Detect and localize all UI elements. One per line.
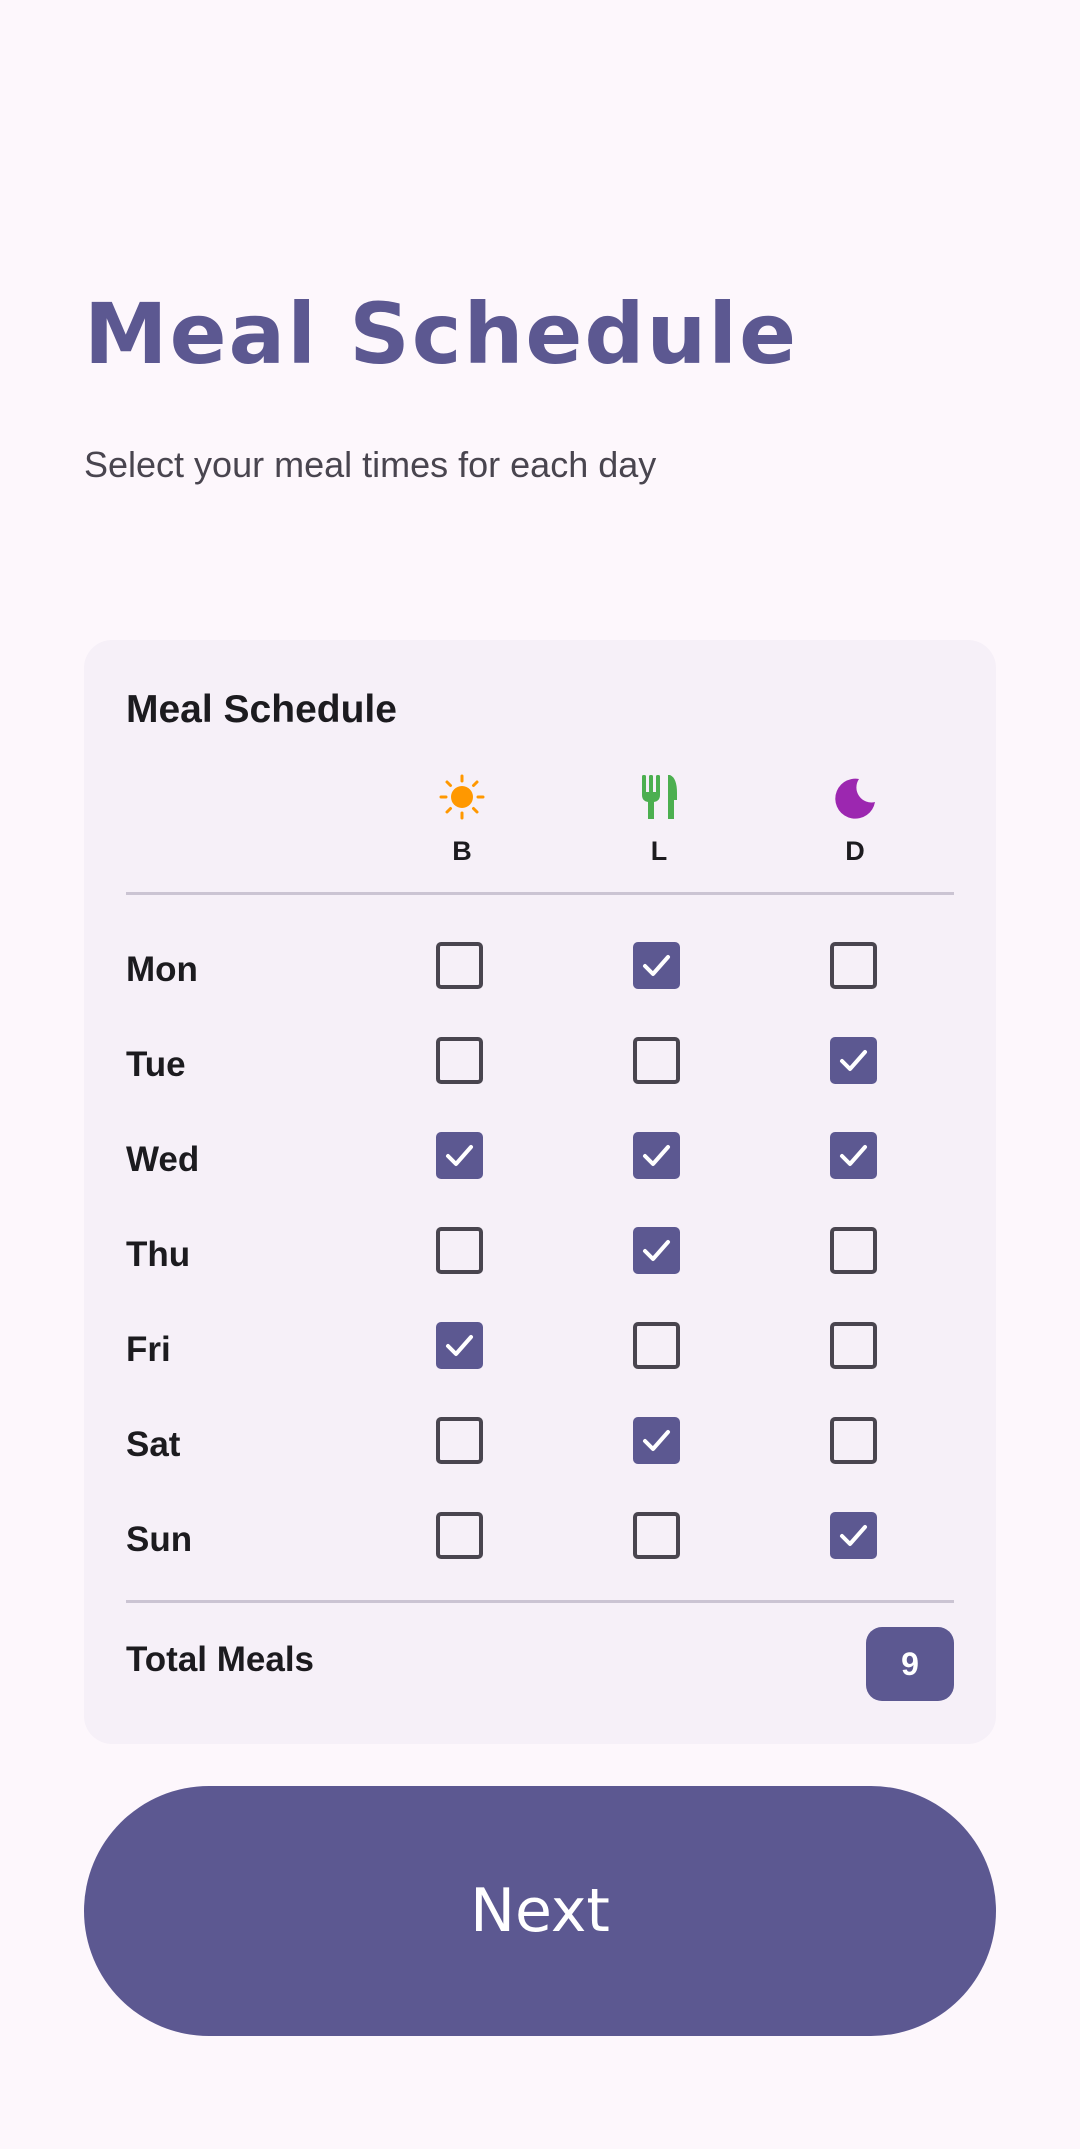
fork-knife-icon — [642, 775, 677, 819]
card-title: Meal Schedule — [126, 688, 397, 731]
checkbox-thu-dinner[interactable] — [830, 1227, 877, 1274]
next-button[interactable]: Next — [84, 1786, 996, 2036]
day-row-fri: Fri — [84, 1302, 996, 1397]
day-row-tue: Tue — [84, 1017, 996, 1112]
checkbox-sat-lunch[interactable] — [633, 1417, 680, 1464]
checkbox-sat-dinner[interactable] — [830, 1417, 877, 1464]
day-row-mon: Mon — [84, 922, 996, 1017]
checkbox-fri-dinner[interactable] — [830, 1322, 877, 1369]
day-label: Tue — [126, 1045, 186, 1084]
checkbox-mon-breakfast[interactable] — [436, 942, 483, 989]
checkbox-mon-lunch[interactable] — [633, 942, 680, 989]
day-label: Wed — [126, 1140, 200, 1179]
column-label-breakfast: B — [452, 836, 472, 866]
checkbox-sun-breakfast[interactable] — [436, 1512, 483, 1559]
meal-schedule-card: Meal Schedule B L D Mon Tue Wed Thu Fri … — [84, 640, 996, 1744]
day-label: Sun — [126, 1520, 193, 1559]
checkbox-fri-lunch[interactable] — [633, 1322, 680, 1369]
moon-icon — [835, 778, 875, 819]
checkbox-thu-breakfast[interactable] — [436, 1227, 483, 1274]
total-meals-badge: 9 — [866, 1627, 954, 1701]
day-row-sat: Sat — [84, 1397, 996, 1492]
checkbox-wed-lunch[interactable] — [633, 1132, 680, 1179]
checkbox-mon-dinner[interactable] — [830, 942, 877, 989]
column-label-lunch: L — [650, 836, 668, 866]
checkbox-wed-breakfast[interactable] — [436, 1132, 483, 1179]
checkbox-tue-dinner[interactable] — [830, 1037, 877, 1084]
scrolled-off-content — [84, 0, 996, 6]
sun-icon — [439, 774, 485, 820]
checkbox-wed-dinner[interactable] — [830, 1132, 877, 1179]
day-row-wed: Wed — [84, 1112, 996, 1207]
page-subtitle: Select your meal times for each day — [84, 444, 657, 485]
checkbox-sat-breakfast[interactable] — [436, 1417, 483, 1464]
page-title: Meal Schedule — [84, 285, 799, 383]
day-row-thu: Thu — [84, 1207, 996, 1302]
day-row-sun: Sun — [84, 1492, 996, 1587]
checkbox-tue-lunch[interactable] — [633, 1037, 680, 1084]
checkbox-fri-breakfast[interactable] — [436, 1322, 483, 1369]
checkbox-thu-lunch[interactable] — [633, 1227, 680, 1274]
footer-divider — [126, 1600, 954, 1603]
day-label: Mon — [126, 950, 198, 989]
checkbox-sun-dinner[interactable] — [830, 1512, 877, 1559]
checkbox-tue-breakfast[interactable] — [436, 1037, 483, 1084]
column-label-dinner: D — [845, 836, 865, 866]
total-meals-label: Total Meals — [126, 1640, 315, 1679]
header-divider — [126, 892, 954, 895]
checkbox-sun-lunch[interactable] — [633, 1512, 680, 1559]
day-label: Fri — [126, 1330, 171, 1369]
day-label: Thu — [126, 1235, 191, 1274]
day-label: Sat — [126, 1425, 181, 1464]
